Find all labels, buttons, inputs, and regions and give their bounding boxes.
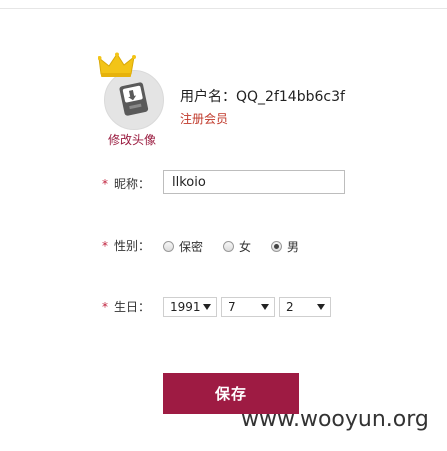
- gender-option-secret[interactable]: 保密: [163, 239, 203, 254]
- gender-option-male[interactable]: 男: [271, 239, 299, 254]
- top-divider: [0, 8, 447, 9]
- required-mark: *: [102, 300, 108, 314]
- radio-button[interactable]: [163, 240, 174, 252]
- birthday-label: * 生日：: [102, 300, 151, 314]
- required-mark: *: [102, 177, 108, 191]
- gender-label: * 性别：: [102, 239, 151, 253]
- radio-button-checked[interactable]: [271, 240, 282, 252]
- dropdown-arrow-icon: [203, 304, 211, 310]
- radio-button[interactable]: [223, 240, 234, 252]
- birth-month-select[interactable]: 7: [221, 297, 275, 317]
- dropdown-arrow-icon: [261, 304, 269, 310]
- register-member-link[interactable]: 注册会员: [180, 110, 228, 127]
- gender-option-female[interactable]: 女: [223, 239, 251, 254]
- username-value: QQ_2f14bb6c3f: [236, 89, 345, 105]
- dropdown-arrow-icon: [317, 304, 325, 310]
- birth-year-select[interactable]: 1991: [163, 297, 217, 317]
- edit-avatar-link[interactable]: 修改头像: [108, 131, 156, 148]
- username-row: 用户名：QQ_2f14bb6c3f: [180, 86, 345, 106]
- crown-icon: [98, 52, 136, 77]
- nickname-label: * 昵称：: [102, 177, 151, 191]
- watermark-text: www.wooyun.org: [241, 407, 429, 432]
- username-label: 用户名：: [180, 89, 236, 105]
- required-mark: *: [102, 239, 108, 253]
- birth-day-select[interactable]: 2: [279, 297, 331, 317]
- nickname-input[interactable]: llkoio: [163, 170, 345, 194]
